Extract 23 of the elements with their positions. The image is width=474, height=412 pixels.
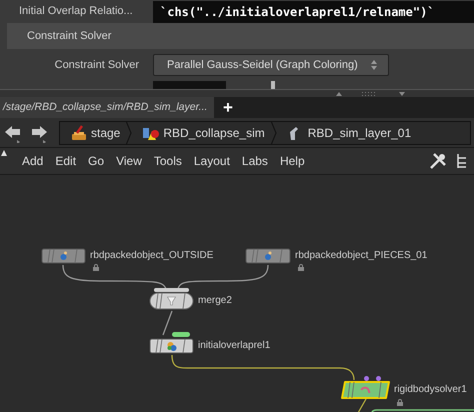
path-segment[interactable]: RBD_collapse_sim	[132, 122, 271, 144]
menu-item[interactable]: Add	[16, 152, 50, 170]
menu-item[interactable]: Layout	[188, 152, 236, 170]
menu-item[interactable]: Labs	[236, 152, 274, 170]
solver-dropdown[interactable]: Parallel Gauss-Seidel (Graph Coloring)	[153, 54, 389, 76]
node-label: rigidbodysolver1	[394, 384, 467, 394]
parameter-label: Constraint Solver	[54, 58, 139, 73]
expression-field[interactable]: `chs("../initialoverlaprel1/relname")`	[153, 0, 474, 22]
node-label: merge2	[198, 296, 232, 306]
node-label: initialoverlaprel1	[198, 340, 270, 350]
parameter-label: Initial Overlap Relatio...	[18, 4, 134, 20]
tab[interactable]: /stage/RBD_collapse_sim/RBD_sim_layer...	[0, 97, 214, 118]
section-header[interactable]: Constraint Solver	[7, 23, 474, 49]
menu-item[interactable]: Go	[82, 152, 110, 170]
node-label: rbdpackedobject_OUTSIDE	[90, 250, 214, 260]
node-label: rbdpackedobject_PIECES_01	[295, 250, 428, 260]
path-segment[interactable]: stage	[60, 122, 126, 144]
menu-item[interactable]: Edit	[49, 152, 82, 170]
new-tab-button[interactable]: +	[214, 97, 242, 118]
menu-item[interactable]: Tools	[148, 152, 188, 170]
path-segment[interactable]: RBD_sim_layer_01	[276, 122, 418, 144]
menu-item[interactable]: View	[110, 152, 148, 170]
menu-item[interactable]: Help	[274, 152, 311, 170]
